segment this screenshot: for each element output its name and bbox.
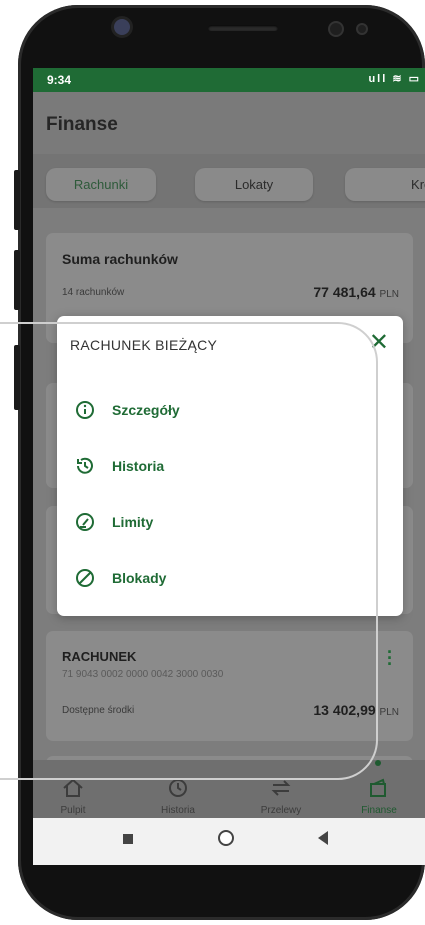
nav-finanse-label: Finanse bbox=[361, 805, 397, 816]
page-title: Finanse bbox=[46, 114, 118, 135]
proximity-sensor bbox=[330, 23, 342, 35]
more-options-icon[interactable]: · · · bbox=[387, 643, 393, 673]
volume-button bbox=[14, 170, 20, 230]
volume-button-down bbox=[14, 250, 20, 310]
summary-amount-wrap: 77 481,64 PLN bbox=[313, 284, 399, 300]
available-currency: PLN bbox=[379, 707, 399, 718]
status-bar: 9:34 ull ≋ ▭ bbox=[33, 68, 425, 92]
summary-title: Suma rachunków bbox=[62, 251, 178, 267]
app-bar: Finanse bbox=[33, 92, 425, 154]
light-sensor bbox=[358, 25, 366, 33]
earpiece-speaker bbox=[208, 25, 278, 31]
summary-currency: PLN bbox=[379, 289, 399, 300]
home-icon bbox=[33, 778, 113, 802]
front-camera bbox=[114, 19, 130, 35]
transfer-icon bbox=[241, 778, 321, 802]
system-navigation-bar bbox=[33, 818, 425, 865]
summary-amount: 77 481,64 bbox=[313, 284, 376, 300]
nav-pulpit-label: Pulpit bbox=[60, 805, 86, 816]
tab-lokaty[interactable]: Lokaty bbox=[195, 168, 313, 201]
history-icon bbox=[138, 778, 218, 802]
tab-kredyty[interactable]: Kredy bbox=[345, 168, 425, 201]
back-button[interactable] bbox=[318, 831, 328, 845]
home-button[interactable] bbox=[218, 830, 234, 846]
nav-historia-label: Historia bbox=[161, 805, 195, 816]
tab-rachunki[interactable]: Rachunki bbox=[46, 168, 156, 201]
recents-button[interactable] bbox=[123, 834, 133, 844]
status-icons: ull ≋ ▭ bbox=[368, 73, 421, 85]
tabs-bar: Rachunki Lokaty Kredy bbox=[33, 154, 425, 208]
wallet-icon bbox=[339, 778, 419, 802]
phone-top-bezel bbox=[18, 5, 425, 65]
summary-count: 14 rachunków bbox=[62, 287, 125, 298]
status-time: 9:34 bbox=[47, 73, 72, 87]
nav-przelewy-label: Przelewy bbox=[260, 805, 302, 816]
highlight-callout-frame bbox=[0, 322, 378, 780]
